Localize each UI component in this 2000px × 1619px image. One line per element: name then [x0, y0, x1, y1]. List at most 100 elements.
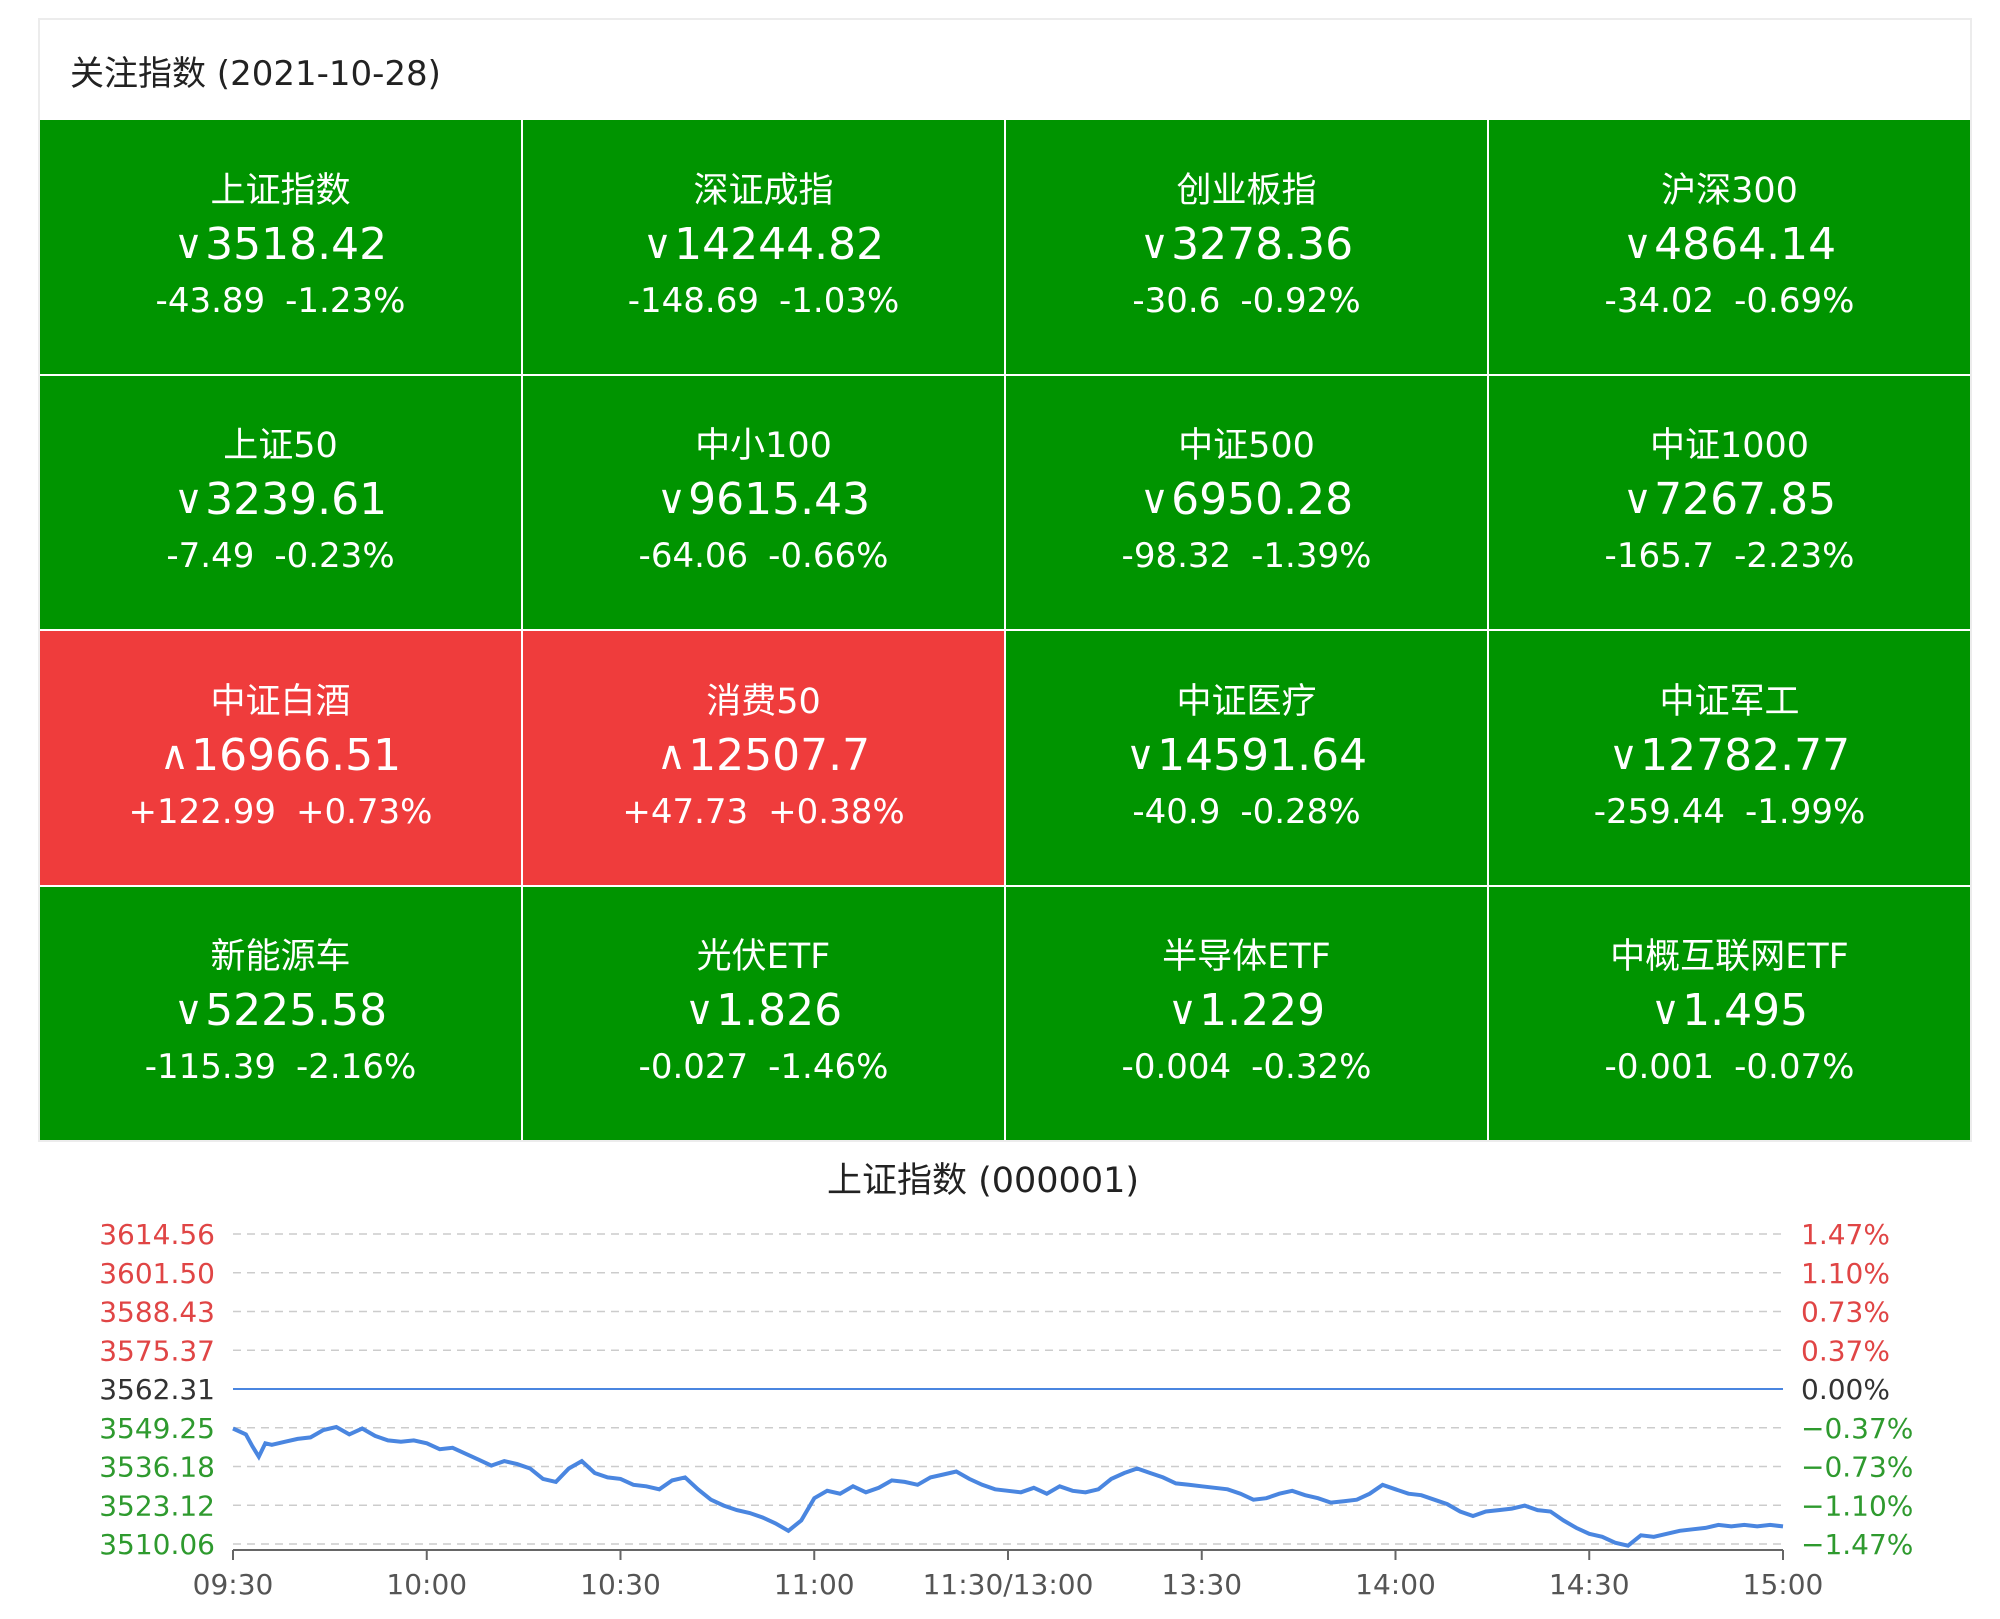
- y-tick-right: 1.47%: [1801, 1218, 1890, 1251]
- index-tile[interactable]: 深证成指 ∨ 14244.82 -148.69 -1.03%: [523, 120, 1004, 374]
- x-tick-label: 09:30: [193, 1568, 274, 1601]
- index-tile[interactable]: 光伏ETF ∨ 1.826 -0.027 -1.46%: [523, 886, 1004, 1140]
- index-name: 上证50: [223, 426, 338, 467]
- index-tile[interactable]: 中证军工 ∨ 12782.77 -259.44 -1.99%: [1489, 631, 1970, 885]
- index-change-percent: -2.16%: [295, 1047, 417, 1088]
- y-tick-left: 3523.12: [99, 1489, 215, 1522]
- index-name: 中证1000: [1649, 426, 1810, 467]
- index-tile[interactable]: 中概互联网ETF ∨ 1.495 -0.001 -0.07%: [1489, 886, 1970, 1140]
- index-change-percent: -0.32%: [1251, 1047, 1372, 1088]
- index-tile[interactable]: 中小100 ∨ 9615.43 -64.06 -0.66%: [523, 375, 1004, 629]
- index-price-row: ∨ 1.826: [685, 980, 842, 1042]
- index-name: 中小100: [695, 426, 832, 467]
- index-change: +47.73: [622, 791, 749, 832]
- index-price: 16966.51: [191, 729, 402, 781]
- index-price: 6950.28: [1171, 474, 1354, 526]
- down-arrow-icon: ∨: [173, 221, 204, 268]
- y-tick-left: 3614.56: [99, 1218, 215, 1251]
- index-price: 1.826: [716, 985, 843, 1037]
- index-change-percent: -1.23%: [285, 280, 406, 321]
- y-tick-right: −0.37%: [1801, 1412, 1913, 1445]
- index-price-row: ∨ 14591.64: [1126, 725, 1367, 787]
- index-change-row: -0.027 -1.46%: [639, 1042, 889, 1092]
- index-change-percent: -1.99%: [1744, 791, 1866, 832]
- y-tick-left: 3601.50: [99, 1257, 215, 1290]
- index-tile[interactable]: 新能源车 ∨ 5225.58 -115.39 -2.16%: [40, 886, 521, 1140]
- index-price-row: ∧ 12507.7: [657, 725, 870, 787]
- x-tick-label: 11:00: [774, 1568, 855, 1601]
- y-tick-left: 3562.31: [99, 1373, 215, 1406]
- index-change: -98.32: [1121, 536, 1232, 577]
- y-tick-right: −1.10%: [1801, 1489, 1913, 1522]
- chart-series-line: [232, 1424, 1784, 1548]
- index-change-row: -34.02 -0.69%: [1605, 276, 1855, 326]
- index-tile[interactable]: 沪深300 ∨ 4864.14 -34.02 -0.69%: [1489, 120, 1970, 374]
- index-name: 消费50: [706, 681, 821, 722]
- index-price: 4864.14: [1654, 218, 1837, 270]
- up-arrow-icon: ∧: [159, 732, 190, 779]
- down-arrow-icon: ∨: [1139, 477, 1170, 524]
- index-change-row: -165.7 -2.23%: [1605, 531, 1855, 581]
- y-tick-left: 3588.43: [99, 1296, 215, 1329]
- index-tile[interactable]: 上证指数 ∨ 3518.42 -43.89 -1.23%: [40, 120, 521, 374]
- chart-title: 上证指数 (000001): [827, 1161, 1139, 1201]
- down-arrow-icon: ∨: [1125, 732, 1156, 779]
- index-price-row: ∨ 3518.42: [174, 214, 387, 276]
- down-arrow-icon: ∨: [1622, 221, 1653, 268]
- index-price: 3239.61: [205, 474, 388, 526]
- x-tick-label: 10:30: [580, 1568, 661, 1601]
- index-price: 3518.42: [205, 218, 388, 270]
- index-name: 中概互联网ETF: [1610, 937, 1849, 978]
- index-change-row: -259.44 -1.99%: [1594, 787, 1866, 837]
- x-tick-label: 13:30: [1161, 1568, 1242, 1601]
- index-change-percent: -1.39%: [1251, 536, 1372, 577]
- index-change-row: -98.32 -1.39%: [1122, 531, 1372, 581]
- index-price: 1.495: [1682, 985, 1809, 1037]
- index-tile[interactable]: 半导体ETF ∨ 1.229 -0.004 -0.32%: [1006, 886, 1487, 1140]
- y-tick-left: 3575.37: [99, 1334, 215, 1367]
- index-price: 3278.36: [1171, 218, 1354, 270]
- index-change-row: -7.49 -0.23%: [166, 531, 394, 581]
- index-tile[interactable]: 上证50 ∨ 3239.61 -7.49 -0.23%: [40, 375, 521, 629]
- index-price: 12507.7: [688, 729, 871, 781]
- down-arrow-icon: ∨: [173, 477, 204, 524]
- index-tile[interactable]: 中证1000 ∨ 7267.85 -165.7 -2.23%: [1489, 375, 1970, 629]
- y-tick-left: 3549.25: [99, 1412, 215, 1445]
- index-price-row: ∨ 1.229: [1168, 980, 1325, 1042]
- index-tile[interactable]: 创业板指 ∨ 3278.36 -30.6 -0.92%: [1006, 120, 1487, 374]
- index-tile[interactable]: 消费50 ∧ 12507.7 +47.73 +0.38%: [523, 631, 1004, 885]
- index-change: -259.44: [1593, 791, 1725, 832]
- index-change-percent: -0.28%: [1240, 791, 1361, 832]
- index-price: 1.229: [1199, 985, 1326, 1037]
- down-arrow-icon: ∨: [642, 221, 673, 268]
- down-arrow-icon: ∨: [1139, 221, 1170, 268]
- chart-y-axis-right: 1.47% 1.10% 0.73% 0.37% 0.00% −0.37% −0.73% −1.…: [1801, 1218, 1913, 1561]
- index-name: 深证成指: [693, 170, 834, 211]
- x-tick-label: 15:00: [1743, 1568, 1824, 1601]
- index-panel: 关注指数 (2021-10-28) 上证指数 ∨ 3518.42 -43.89 -1.2…: [38, 18, 1972, 1142]
- index-name: 沪深300: [1661, 170, 1798, 211]
- index-change-row: -115.39 -2.16%: [145, 1042, 417, 1092]
- index-change: -0.027: [638, 1047, 749, 1088]
- index-tile[interactable]: 中证白酒 ∧ 16966.51 +122.99 +0.73%: [40, 631, 521, 885]
- index-name: 中证白酒: [210, 681, 351, 722]
- y-tick-right: 0.73%: [1801, 1296, 1890, 1329]
- index-price-row: ∨ 12782.77: [1609, 725, 1850, 787]
- chart-grid: [233, 1233, 1783, 1545]
- down-arrow-icon: ∨: [1622, 477, 1653, 524]
- index-price-row: ∨ 1.495: [1651, 980, 1808, 1042]
- index-change-row: -0.004 -0.32%: [1122, 1042, 1372, 1092]
- index-change-percent: -2.23%: [1734, 536, 1855, 577]
- index-tile[interactable]: 中证医疗 ∨ 14591.64 -40.9 -0.28%: [1006, 631, 1487, 885]
- index-change: -30.6: [1132, 280, 1221, 321]
- y-tick-right: −1.47%: [1801, 1528, 1913, 1561]
- index-change-percent: +0.38%: [768, 791, 905, 832]
- y-tick-right: 0.00%: [1801, 1373, 1890, 1406]
- index-change-percent: -1.03%: [778, 280, 900, 321]
- x-tick-label: 14:00: [1355, 1568, 1436, 1601]
- chart-svg: 上证指数 (000001) 3614.56 3601.50 3588.43 3575.…: [99, 1161, 1913, 1601]
- index-name: 中证500: [1178, 426, 1315, 467]
- index-price: 9615.43: [688, 474, 871, 526]
- index-tile[interactable]: 中证500 ∨ 6950.28 -98.32 -1.39%: [1006, 375, 1487, 629]
- index-change: -7.49: [166, 536, 255, 577]
